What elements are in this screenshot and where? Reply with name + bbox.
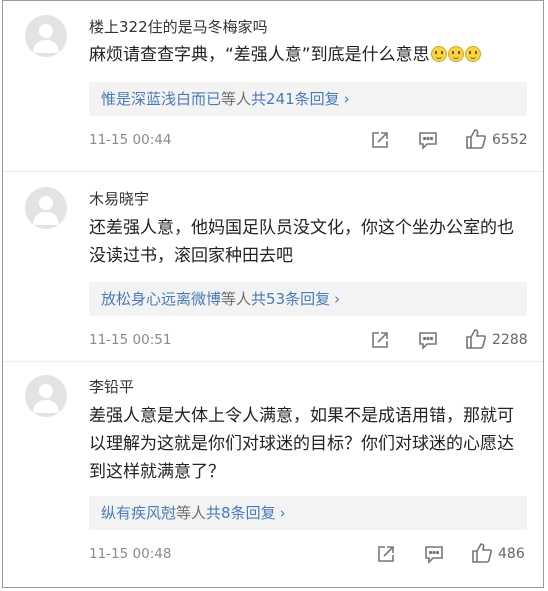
chevron-right-icon: ›: [334, 290, 341, 308]
username[interactable]: 楼上322住的是马冬梅家吗: [89, 16, 268, 37]
chevron-right-icon: ›: [343, 90, 350, 108]
like-count: 2288: [492, 332, 528, 348]
thumbs-up-icon[interactable]: [465, 328, 487, 350]
comment-text: 差强人意是大体上令人满意，如果不是成语用错，那就可以理解为这就是你们对球迷的目标…: [89, 402, 527, 486]
smile-emoji-icon: [430, 46, 447, 62]
comment-text-content: 还差强人意，他妈国足队员没文化，你这个坐办公室的也没读过书，滚回家种田去吧: [89, 218, 514, 266]
divider: [3, 171, 543, 172]
reply-count[interactable]: 共241条回复: [251, 90, 340, 108]
comment-list: 楼上322住的是马冬梅家吗 麻烦请查查字典，“差强人意”到底是什么意思 惟是深蓝…: [2, 0, 544, 588]
comment-icon[interactable]: [423, 543, 445, 565]
share-icon[interactable]: [375, 543, 397, 565]
thumbs-up-icon[interactable]: [471, 542, 493, 564]
reply-user[interactable]: 放松身心远离微博: [101, 290, 221, 308]
reply-user[interactable]: 纵有疾风尅: [101, 504, 176, 522]
like-count: 6552: [492, 132, 528, 148]
reply-suffix: 等人: [221, 290, 252, 308]
default-avatar-icon[interactable]: [25, 375, 67, 417]
divider: [3, 361, 543, 362]
timestamp: 11-15 00:44: [89, 132, 172, 148]
smile-emoji-icon: [464, 46, 481, 62]
reply-suffix: 等人: [221, 90, 252, 108]
default-avatar-icon[interactable]: [25, 187, 67, 229]
chevron-right-icon: ›: [279, 504, 286, 522]
reply-count[interactable]: 共53条回复: [251, 290, 330, 308]
username[interactable]: 木易晓宇: [89, 188, 149, 209]
username[interactable]: 李铅平: [89, 376, 134, 397]
comment-text-content: 麻烦请查查字典，“差强人意”到底是什么意思: [89, 45, 430, 65]
default-avatar-icon[interactable]: [25, 15, 67, 57]
reply-summary[interactable]: 纵有疾风尅等人共8条回复 ›: [89, 496, 527, 530]
reply-suffix: 等人: [176, 504, 207, 522]
share-icon[interactable]: [369, 329, 391, 351]
timestamp: 11-15 00:51: [89, 332, 172, 348]
comment-text: 还差强人意，他妈国足队员没文化，你这个坐办公室的也没读过书，滚回家种田去吧: [89, 214, 527, 270]
timestamp: 11-15 00:48: [89, 546, 172, 562]
comment-text-content: 差强人意是大体上令人满意，如果不是成语用错，那就可以理解为这就是你们对球迷的目标…: [89, 406, 514, 482]
share-icon[interactable]: [369, 129, 391, 151]
thumbs-up-icon[interactable]: [465, 128, 487, 150]
reply-summary[interactable]: 放松身心远离微博等人共53条回复 ›: [89, 282, 527, 316]
like-count: 486: [498, 546, 525, 562]
reply-count[interactable]: 共8条回复: [206, 504, 276, 522]
comment-text: 麻烦请查查字典，“差强人意”到底是什么意思: [89, 41, 527, 69]
comment-icon[interactable]: [417, 129, 439, 151]
reply-user[interactable]: 惟是深蓝浅白而已: [101, 90, 221, 108]
reply-summary[interactable]: 惟是深蓝浅白而已等人共241条回复 ›: [89, 82, 527, 116]
comment-icon[interactable]: [417, 329, 439, 351]
smile-emoji-icon: [447, 46, 464, 62]
